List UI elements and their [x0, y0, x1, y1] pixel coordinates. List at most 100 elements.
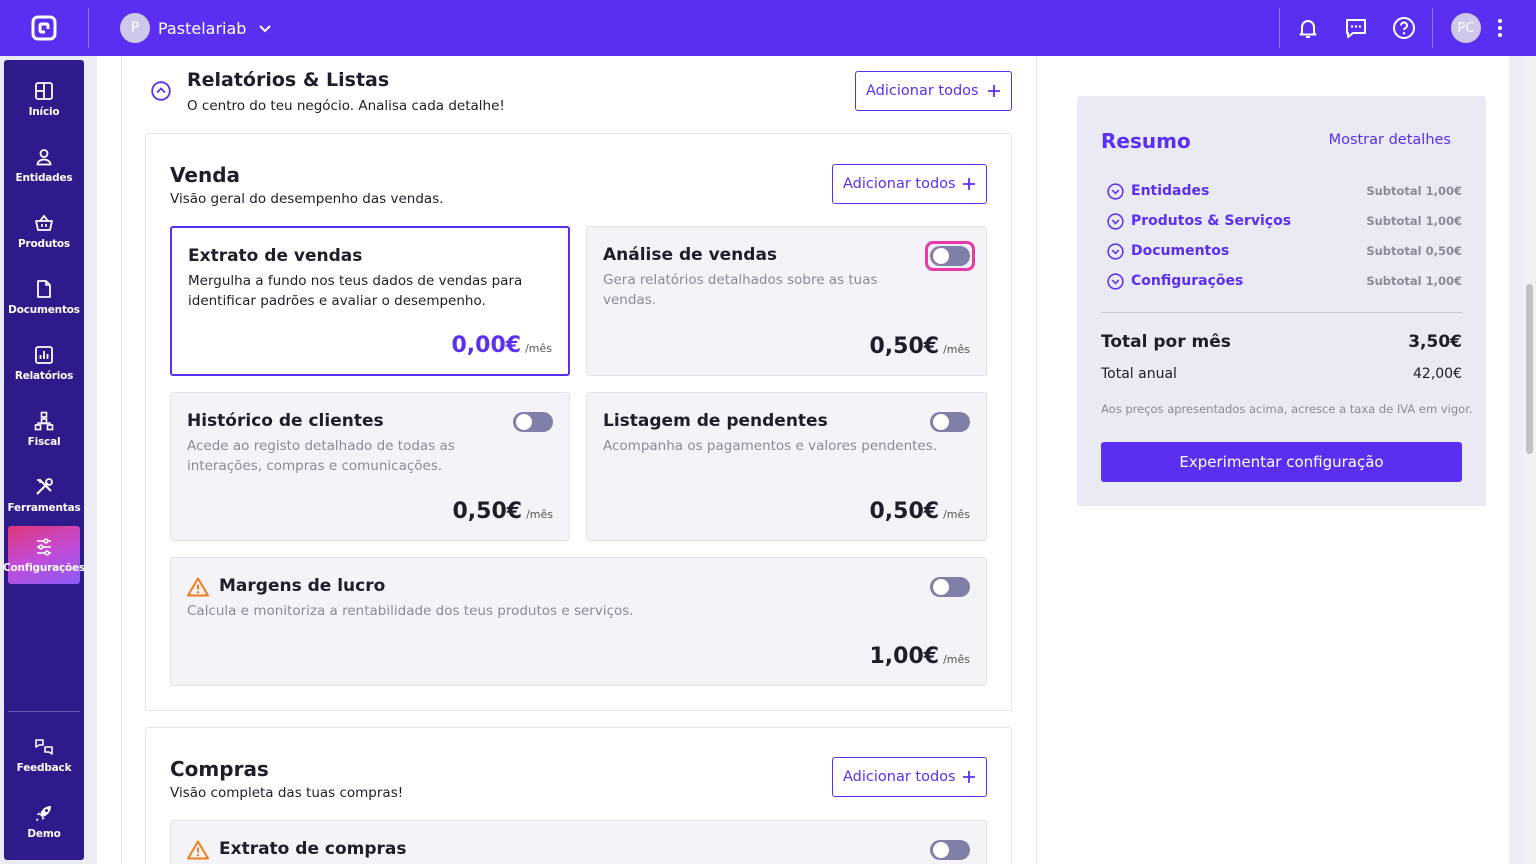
summary-row-subtotal: Subtotal 1,00€ [1366, 184, 1462, 198]
top-bar: P Pastelariab PC [0, 0, 1536, 56]
toggle-extrato-compras[interactable] [930, 840, 970, 860]
price-period: /mês [943, 508, 970, 521]
price-amount: 1,00€ [869, 644, 940, 669]
summary-row-entidades[interactable]: Entidades Subtotal 1,00€ [1107, 181, 1462, 201]
card-price: 1,00€ /mês [869, 644, 970, 669]
sidebar-item-entidades[interactable]: Entidades [8, 136, 80, 194]
toggle-margens-lucro[interactable] [930, 577, 970, 597]
company-name: Pastelariab [158, 18, 247, 38]
add-all-compras-button[interactable]: Adicionar todos [832, 757, 987, 797]
compras-subtitle: Visão completa das tuas compras! [170, 785, 404, 801]
chevron-down-circle-icon [1107, 242, 1124, 260]
card-historico-clientes[interactable]: Histórico de clientes Acede ao registo d… [170, 392, 570, 541]
sidebar-item-label: Demo [27, 827, 61, 840]
summary-row-documentos[interactable]: Documentos Subtotal 0,50€ [1107, 241, 1462, 261]
topbar-divider [88, 8, 89, 48]
chevron-down-circle-icon [1107, 212, 1124, 230]
card-title: Margens de lucro [219, 576, 386, 596]
price-amount: 0,50€ [869, 499, 940, 524]
summary-row-configuracoes[interactable]: Configurações Subtotal 1,00€ [1107, 271, 1462, 291]
chevron-down-circle-icon [1107, 272, 1124, 290]
sidebar: Início Entidades Produtos Documentos Rel… [3, 60, 85, 860]
sidebar-item-label: Feedback [16, 761, 72, 774]
total-month-label: Total por mês [1101, 332, 1231, 352]
button-label: Adicionar todos [866, 83, 979, 99]
sidebar-item-label: Documentos [8, 303, 80, 316]
page-title: Relatórios & Listas [187, 69, 390, 91]
company-avatar: P [120, 13, 150, 43]
sidebar-item-label: Entidades [15, 171, 73, 184]
feedback-icon [35, 738, 53, 755]
help-icon[interactable] [1392, 16, 1416, 40]
sidebar-item-ferramentas[interactable]: Ferramentas [7, 466, 81, 524]
compras-title: Compras [170, 757, 269, 781]
chat-icon[interactable] [1344, 16, 1368, 40]
sidebar-item-documentos[interactable]: Documentos [8, 268, 80, 326]
card-title: Extrato de compras [219, 839, 407, 859]
warning-icon [187, 577, 209, 597]
sidebar-item-label: Fiscal [27, 435, 61, 448]
app-logo-icon[interactable] [30, 14, 58, 42]
summary-row-subtotal: Subtotal 1,00€ [1366, 274, 1462, 288]
card-price: 0,00€ /mês [451, 333, 552, 358]
card-price: 0,50€ /mês [452, 499, 553, 524]
vat-note: Aos preços apresentados acima, acresce a… [1101, 402, 1473, 416]
sidebar-item-label: Ferramentas [7, 501, 81, 514]
sidebar-item-label: Início [28, 105, 60, 118]
card-listagem-pendentes[interactable]: Listagem de pendentes Acompanha os pagam… [586, 392, 987, 541]
button-label: Adicionar todos [843, 769, 956, 785]
total-month-value: 3,50€ [1408, 332, 1462, 352]
card-extrato-vendas[interactable]: Extrato de vendas Mergulha a fundo nos t… [170, 226, 570, 376]
card-description: Mergulha a fundo nos teus dados de venda… [188, 273, 523, 309]
show-details-link[interactable]: Mostrar detalhes [1329, 132, 1451, 148]
summary-row-label: Produtos & Serviços [1131, 213, 1292, 229]
bell-icon[interactable] [1296, 16, 1320, 40]
summary-total-month: Total por mês 3,50€ [1101, 332, 1462, 352]
card-description: Calcula e monitoriza a rentabilidade dos… [187, 603, 634, 619]
sidebar-item-feedback[interactable]: Feedback [8, 726, 80, 784]
summary-row-produtos-servicos[interactable]: Produtos & Serviços Subtotal 1,00€ [1107, 211, 1462, 231]
sidebar-item-relatorios[interactable]: Relatórios [8, 334, 80, 392]
card-margens-lucro[interactable]: Margens de lucro Calcula e monitoriza a … [170, 557, 987, 686]
price-amount: 0,50€ [452, 499, 523, 524]
price-period: /mês [525, 342, 552, 355]
toggle-analise-vendas[interactable] [930, 246, 970, 266]
sidebar-item-demo[interactable]: Demo [8, 792, 80, 850]
scrollbar-thumb[interactable] [1526, 284, 1533, 454]
toggle-listagem-pendentes[interactable] [930, 412, 970, 432]
add-all-reports-button[interactable]: Adicionar todos [855, 71, 1012, 111]
chevron-down-icon [259, 25, 272, 33]
more-vertical-icon[interactable] [1488, 16, 1512, 40]
price-period: /mês [943, 653, 970, 666]
sidebar-divider [8, 711, 80, 712]
total-year-value: 42,00€ [1413, 366, 1462, 382]
warning-icon [187, 840, 209, 860]
card-title: Histórico de clientes [187, 411, 384, 431]
card-extrato-compras[interactable]: Extrato de compras [170, 820, 987, 864]
card-analise-vendas[interactable]: Análise de vendas Gera relatórios detalh… [586, 226, 987, 376]
sidebar-item-produtos[interactable]: Produtos [8, 202, 80, 260]
venda-title: Venda [170, 163, 240, 187]
card-description: Acede ao registo detalhado de todas as i… [187, 438, 455, 474]
sidebar-item-inicio[interactable]: Início [8, 70, 80, 128]
summary-row-subtotal: Subtotal 1,00€ [1366, 214, 1462, 228]
add-all-venda-button[interactable]: Adicionar todos [832, 164, 987, 204]
company-selector[interactable]: P Pastelariab [120, 13, 272, 43]
try-configuration-button[interactable]: Experimentar configuração [1101, 442, 1462, 482]
summary-row-label: Entidades [1131, 183, 1210, 199]
total-year-label: Total anual [1101, 366, 1177, 382]
summary-divider [1101, 312, 1462, 313]
plus-icon [963, 771, 975, 783]
sidebar-item-configuracoes[interactable]: Configurações [3, 526, 85, 584]
user-icon [36, 148, 52, 165]
hierarchy-icon [34, 411, 54, 430]
page-scrollbar[interactable] [1523, 56, 1536, 864]
sidebar-item-fiscal[interactable]: Fiscal [8, 400, 80, 458]
chevron-up-circle-icon[interactable] [151, 81, 171, 101]
rocket-icon [35, 805, 51, 821]
chart-icon [35, 345, 53, 364]
document-icon [37, 279, 51, 298]
user-avatar[interactable]: PC [1451, 13, 1481, 43]
toggle-historico-clientes[interactable] [513, 412, 553, 432]
card-title: Listagem de pendentes [603, 411, 828, 431]
